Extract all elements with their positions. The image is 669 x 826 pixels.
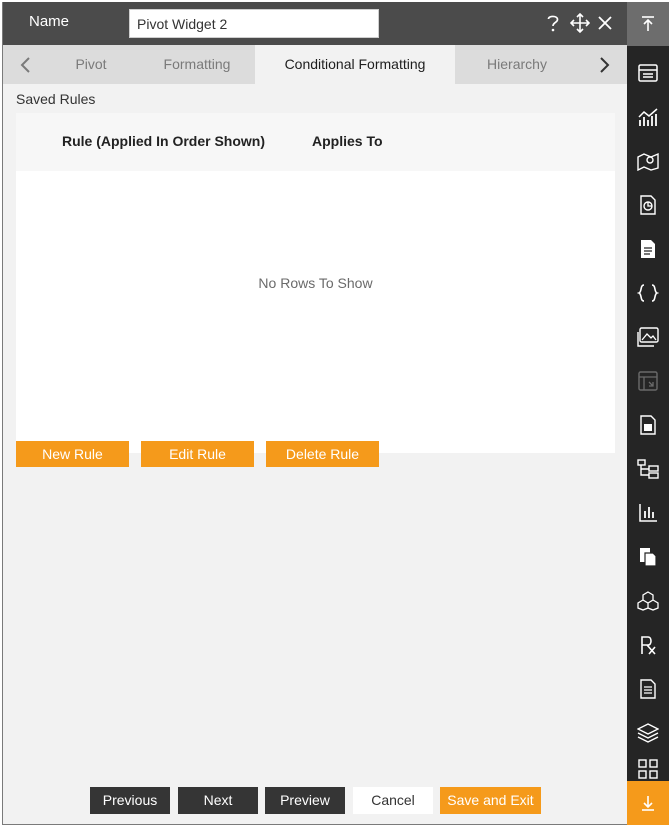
copy-widget-icon[interactable]	[636, 545, 660, 569]
tab-bar: Pivot Formatting Conditional Formatting …	[3, 45, 628, 84]
move-icon[interactable]	[569, 11, 591, 35]
column-header-applies-to[interactable]: Applies To	[312, 133, 383, 149]
rules-grid-header: Rule (Applied In Order Shown) Applies To	[16, 113, 615, 171]
document-widget-icon[interactable]	[636, 237, 660, 261]
tree-widget-icon[interactable]	[636, 457, 660, 481]
cancel-button[interactable]: Cancel	[353, 787, 433, 814]
empty-rows-message: No Rows To Show	[258, 275, 373, 291]
name-label: Name	[29, 13, 70, 30]
tab-conditional-formatting[interactable]: Conditional Formatting	[255, 45, 455, 84]
kpi-widget-icon[interactable]	[636, 501, 660, 525]
grid-widget-icon[interactable]	[636, 757, 660, 781]
layers-widget-icon[interactable]	[636, 721, 660, 745]
close-icon[interactable]	[594, 11, 616, 35]
tab-hierarchy[interactable]: Hierarchy	[455, 45, 579, 84]
tab-scroll-left-icon[interactable]	[7, 45, 43, 84]
report-widget-icon[interactable]	[636, 193, 660, 217]
delete-rule-button[interactable]: Delete Rule	[266, 441, 379, 467]
save-and-exit-button[interactable]: Save and Exit	[440, 787, 541, 814]
tab-formatting[interactable]: Formatting	[139, 45, 255, 84]
chart-widget-icon[interactable]	[636, 105, 660, 129]
saved-rules-label: Saved Rules	[16, 91, 96, 107]
preview-button[interactable]: Preview	[265, 787, 345, 814]
widget-name-input[interactable]	[129, 9, 379, 38]
tab-scroll-right-icon[interactable]	[587, 45, 623, 84]
help-icon[interactable]	[542, 11, 564, 35]
json-widget-icon[interactable]	[636, 281, 660, 305]
new-rule-button[interactable]: New Rule	[16, 441, 129, 467]
table-widget-icon[interactable]	[636, 61, 660, 85]
rules-grid: Rule (Applied In Order Shown) Applies To…	[16, 113, 615, 453]
cube-widget-icon[interactable]	[636, 589, 660, 613]
scroll-to-top-icon[interactable]	[627, 2, 669, 46]
image-widget-icon[interactable]	[636, 325, 660, 349]
edit-rule-button[interactable]: Edit Rule	[141, 441, 254, 467]
text-widget-icon[interactable]	[636, 677, 660, 701]
previous-button[interactable]: Previous	[90, 787, 170, 814]
form-widget-icon[interactable]	[636, 413, 660, 437]
widget-editor-panel: Name Pivot Formatting Conditional Format…	[2, 2, 628, 825]
scroll-to-bottom-icon[interactable]	[627, 781, 669, 825]
tab-pivot[interactable]: Pivot	[43, 45, 139, 84]
embed-widget-icon[interactable]	[636, 369, 660, 393]
editor-header: Name	[3, 2, 628, 45]
map-widget-icon[interactable]	[636, 149, 660, 173]
column-header-rule[interactable]: Rule (Applied In Order Shown)	[62, 133, 265, 149]
formula-widget-icon[interactable]	[636, 633, 660, 657]
next-button[interactable]: Next	[178, 787, 258, 814]
widget-sidebar	[627, 2, 669, 825]
